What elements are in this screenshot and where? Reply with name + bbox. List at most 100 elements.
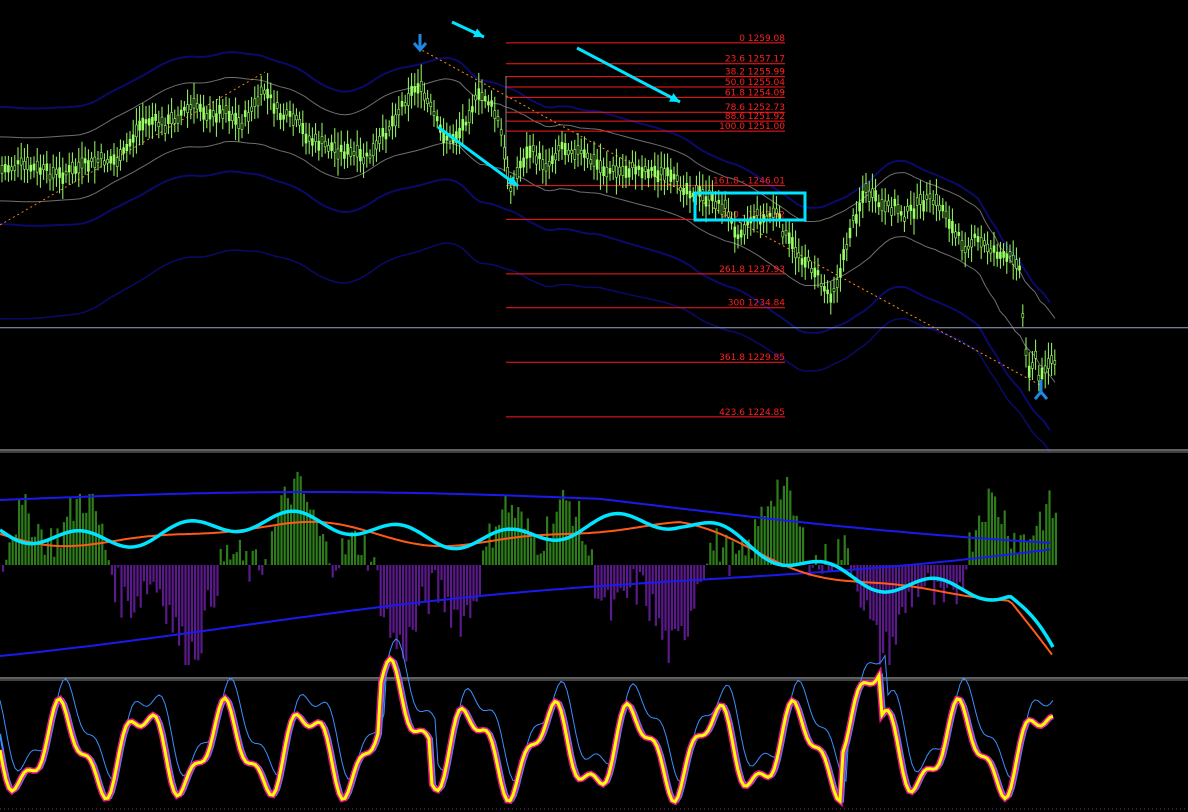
candle-body bbox=[163, 125, 167, 134]
candle-body bbox=[867, 190, 871, 202]
momentum-bar bbox=[2, 565, 5, 572]
candle-body bbox=[179, 109, 183, 116]
candle-body bbox=[477, 88, 481, 100]
momentum-bar bbox=[674, 565, 677, 630]
candle-body bbox=[275, 102, 279, 109]
fib-level-label: 23.6 1257.17 bbox=[725, 55, 785, 65]
candle-body bbox=[803, 256, 807, 268]
momentum-bar bbox=[626, 565, 629, 598]
momentum-bar bbox=[510, 504, 513, 565]
candle-body bbox=[368, 154, 372, 159]
momentum-bar bbox=[549, 542, 552, 565]
momentum-bar bbox=[40, 529, 43, 565]
candle-body bbox=[775, 208, 778, 214]
momentum-bar bbox=[1038, 511, 1041, 565]
fib-level-label: 88.6 1251.92 bbox=[725, 112, 785, 122]
candle-body bbox=[35, 160, 39, 173]
candle-body bbox=[877, 202, 881, 208]
momentum-bar bbox=[158, 565, 161, 590]
candle-body bbox=[679, 187, 682, 192]
candle-body bbox=[989, 248, 993, 254]
momentum-bar bbox=[363, 535, 366, 565]
momentum-bar bbox=[642, 565, 645, 576]
candle-body bbox=[487, 101, 490, 106]
candle-body bbox=[618, 166, 621, 176]
candle-body bbox=[413, 86, 417, 93]
momentum-bar bbox=[1054, 512, 1057, 565]
momentum-bar bbox=[754, 519, 757, 565]
candle-body bbox=[791, 237, 794, 250]
momentum-bar bbox=[542, 550, 545, 565]
momentum-bar bbox=[286, 497, 289, 565]
candle-body bbox=[499, 129, 503, 136]
momentum-bar bbox=[1010, 548, 1013, 565]
momentum-bar bbox=[229, 559, 232, 565]
momentum-bar bbox=[168, 565, 171, 606]
candle-body bbox=[739, 229, 743, 238]
momentum-bar bbox=[597, 565, 600, 599]
momentum-bar bbox=[622, 565, 625, 591]
momentum-bar bbox=[962, 565, 965, 590]
candle-body bbox=[842, 249, 845, 261]
candle-body bbox=[387, 126, 391, 131]
momentum-bar bbox=[318, 536, 321, 565]
momentum-bar bbox=[184, 565, 187, 665]
candle-body bbox=[816, 270, 820, 276]
candle-body bbox=[835, 279, 839, 288]
momentum-bar bbox=[594, 565, 597, 599]
candle-body bbox=[570, 149, 573, 154]
candle-body bbox=[256, 96, 260, 107]
candle-body bbox=[999, 251, 1002, 259]
candle-body bbox=[352, 151, 356, 156]
momentum-bar bbox=[658, 565, 661, 619]
momentum-bar bbox=[562, 489, 565, 565]
candle-body bbox=[224, 105, 228, 115]
momentum-bar bbox=[392, 565, 395, 633]
candle-body bbox=[951, 220, 954, 234]
fib-level-label: 50.0 1255.04 bbox=[725, 78, 785, 88]
momentum-bar bbox=[734, 553, 737, 565]
momentum-bar bbox=[603, 565, 606, 598]
momentum-bar bbox=[565, 500, 568, 565]
candle-body bbox=[349, 147, 353, 157]
momentum-bar bbox=[696, 565, 699, 585]
momentum-bar bbox=[101, 523, 104, 565]
candle-body bbox=[1047, 358, 1050, 369]
momentum-bar bbox=[798, 526, 801, 565]
candle-body bbox=[1011, 255, 1015, 265]
momentum-bar bbox=[779, 499, 782, 565]
momentum-bar bbox=[114, 565, 117, 603]
momentum-bar bbox=[555, 511, 558, 565]
candle-body bbox=[339, 144, 343, 152]
momentum-bar bbox=[107, 560, 110, 565]
momentum-bar bbox=[648, 565, 651, 621]
candle-body bbox=[32, 163, 36, 171]
candle-body bbox=[784, 230, 788, 236]
candle-body bbox=[429, 101, 433, 107]
candle-body bbox=[903, 216, 906, 222]
candle-body bbox=[589, 159, 593, 165]
candle-body bbox=[154, 113, 157, 121]
candle-body bbox=[378, 135, 381, 144]
momentum-bar bbox=[91, 493, 94, 565]
candle-body bbox=[202, 107, 205, 120]
candle-body bbox=[535, 155, 538, 165]
candle-body bbox=[807, 256, 810, 262]
momentum-bar bbox=[104, 549, 107, 565]
candle-body bbox=[509, 187, 513, 192]
momentum-bar bbox=[654, 565, 657, 626]
momentum-bar bbox=[616, 565, 619, 593]
candle-body bbox=[58, 167, 61, 178]
momentum-bar bbox=[190, 565, 193, 642]
momentum-bar bbox=[757, 526, 760, 565]
candle-body bbox=[211, 110, 215, 118]
candle-body bbox=[519, 160, 522, 169]
candle-body bbox=[96, 158, 100, 163]
momentum-bar bbox=[171, 565, 174, 633]
momentum-bar bbox=[200, 565, 203, 654]
candle-body bbox=[103, 160, 106, 166]
momentum-bar bbox=[558, 499, 561, 565]
candle-body bbox=[1031, 362, 1034, 369]
candle-body bbox=[39, 167, 42, 175]
candle-body bbox=[547, 161, 551, 167]
